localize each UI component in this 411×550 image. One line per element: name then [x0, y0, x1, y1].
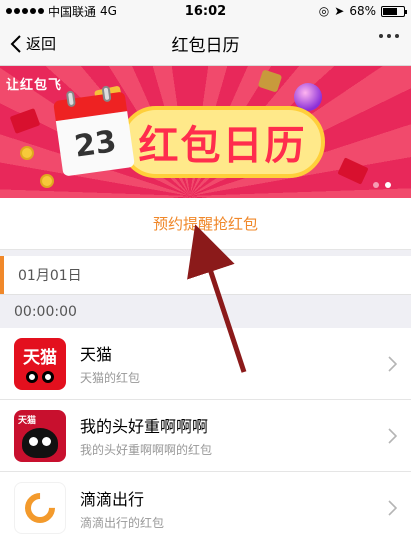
chevron-right-icon	[388, 356, 397, 372]
banner-headline-pill: 红包日历	[120, 106, 325, 178]
date-header: 01月01日	[0, 256, 411, 294]
time-label: 00:00:00	[14, 303, 77, 320]
chevron-left-icon	[10, 34, 21, 53]
item-desc: 天猫的红包	[80, 371, 141, 385]
back-button[interactable]: 返回	[0, 33, 56, 54]
red-packet-list: 天猫 天猫 天猫的红包 天猫 我的头好重啊啊啊 我的头好重啊啊啊的红包 滴滴出行…	[0, 328, 411, 550]
list-item[interactable]: 天猫 我的头好重啊啊啊 我的头好重啊啊啊的红包	[0, 400, 411, 472]
red-packet-icon	[337, 157, 369, 185]
list-item[interactable]: 滴滴出行 滴滴出行的红包	[0, 472, 411, 544]
item-info: 我的头好重啊啊啊 我的头好重啊啊啊的红包	[80, 413, 212, 458]
promo-banner[interactable]: 让红包飞 红包日历 23	[0, 66, 411, 198]
item-name: 滴滴出行	[80, 489, 145, 509]
coin-icon	[40, 174, 54, 188]
reminder-bar: 预约提醒抢红包	[0, 198, 411, 250]
date-accent-bar	[0, 256, 4, 294]
item-name: 我的头好重啊啊啊	[80, 417, 209, 436]
calendar-day: 23	[55, 111, 135, 177]
tmall-icon: 天猫	[14, 337, 66, 390]
item-name: 天猫	[80, 345, 113, 364]
calendar-icon: 23	[53, 85, 135, 177]
time-header: 00:00:00	[0, 294, 411, 328]
item-info: 滴滴出行 滴滴出行的红包	[80, 486, 164, 531]
more-button[interactable]	[379, 34, 399, 38]
chevron-right-icon	[388, 500, 397, 516]
pagination-dot	[373, 182, 379, 188]
page-title: 红包日历	[171, 36, 240, 56]
reminder-link[interactable]: 预约提醒抢红包	[153, 213, 258, 234]
banner-logo: 让红包飞	[6, 78, 63, 93]
tmall-cat-icon: 天猫	[14, 409, 66, 462]
status-bar: 中国联通 4G 16:02 ◎ ➤ 68%	[0, 0, 411, 22]
battery-icon	[381, 5, 407, 17]
item-desc: 我的头好重啊啊啊的红包	[80, 443, 213, 457]
chevron-right-icon	[388, 428, 397, 444]
list-item[interactable]: 天猫 天猫 天猫的红包	[0, 328, 411, 400]
item-info: 天猫 天猫的红包	[80, 341, 140, 386]
banner-headline: 红包日历	[138, 123, 307, 169]
red-packet-icon	[9, 108, 41, 134]
status-time: 16:02	[184, 3, 227, 19]
coin-icon	[20, 146, 34, 160]
back-label: 返回	[26, 35, 57, 53]
item-desc: 滴滴出行的红包	[80, 515, 165, 530]
pagination-dot-active	[385, 182, 391, 188]
gift-icon	[257, 69, 283, 93]
navigation-bar: 返回 红包日历	[0, 22, 411, 66]
date-label: 01月01日	[18, 268, 82, 284]
didi-icon	[14, 482, 66, 534]
battery-fill	[383, 7, 397, 15]
banner-pagination[interactable]	[373, 182, 391, 188]
